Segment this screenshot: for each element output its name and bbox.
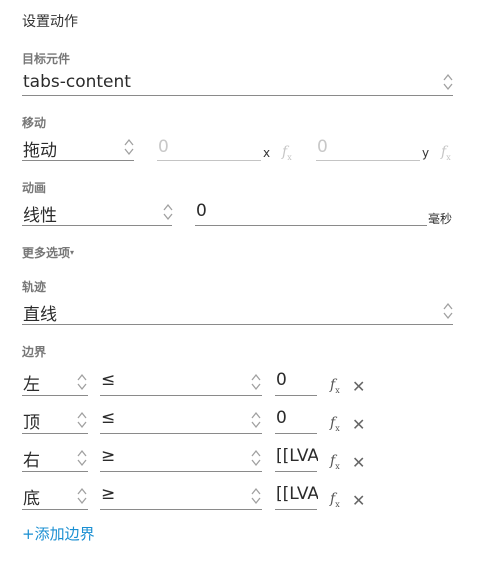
move-label: 移动 bbox=[22, 116, 47, 130]
move-type-spinner-icon bbox=[123, 137, 135, 157]
animation-easing-select[interactable]: 线性 bbox=[22, 199, 174, 226]
bound-value-input[interactable]: [[LVA bbox=[275, 482, 318, 510]
bound-side-select[interactable]: 底 bbox=[22, 482, 88, 510]
bound-side-underline bbox=[22, 471, 88, 472]
animation-duration-underline bbox=[195, 225, 427, 226]
move-x-input[interactable]: 0 bbox=[157, 134, 261, 161]
bound-value-underline bbox=[275, 509, 317, 510]
bound-operator-spinner-icon bbox=[250, 410, 262, 430]
bound-side-value: 左 bbox=[23, 375, 40, 395]
move-y-value: 0 bbox=[317, 137, 328, 157]
track-select[interactable]: 直线 bbox=[22, 298, 454, 325]
bound-side-spinner-icon bbox=[76, 486, 88, 506]
bound-value-text: 0 bbox=[276, 370, 287, 390]
bound-function-icon[interactable]: fx bbox=[330, 377, 340, 395]
bound-operator-underline bbox=[100, 395, 262, 396]
target-spinner-icon bbox=[442, 72, 454, 92]
move-type-value: 拖动 bbox=[23, 141, 57, 161]
animation-duration-unit: 毫秒 bbox=[428, 212, 453, 226]
move-y-underline bbox=[316, 160, 420, 161]
bound-function-icon[interactable]: fx bbox=[330, 453, 340, 471]
bound-side-underline bbox=[22, 509, 88, 510]
animation-easing-underline bbox=[22, 225, 172, 226]
animation-label: 动画 bbox=[22, 181, 47, 195]
track-label: 轨迹 bbox=[22, 280, 47, 294]
bound-operator-underline bbox=[100, 433, 262, 434]
bound-value-text: [[LVA bbox=[276, 446, 318, 466]
panel-title: 设置动作 bbox=[22, 14, 78, 30]
move-x-value: 0 bbox=[158, 137, 169, 157]
bound-close-icon[interactable]: ✕ bbox=[352, 491, 365, 510]
caret-down-icon: ▾ bbox=[70, 248, 75, 257]
bound-operator-spinner-icon bbox=[250, 486, 262, 506]
bound-operator-select[interactable]: ≤ bbox=[100, 406, 262, 434]
move-x-unit: x bbox=[263, 146, 271, 160]
bound-operator-underline bbox=[100, 509, 262, 510]
bound-operator-value: ≥ bbox=[101, 446, 116, 466]
bound-operator-spinner-icon bbox=[250, 448, 262, 468]
bound-value-underline bbox=[275, 471, 317, 472]
bound-side-value: 底 bbox=[23, 489, 40, 509]
bound-value-text: [[LVA bbox=[276, 484, 318, 504]
target-value: tabs-content bbox=[23, 72, 131, 92]
bound-operator-value: ≤ bbox=[101, 408, 116, 428]
track-underline bbox=[22, 324, 453, 325]
more-options-toggle[interactable]: 更多选项▾ bbox=[22, 244, 74, 261]
move-type-select[interactable]: 拖动 bbox=[22, 134, 135, 161]
bound-value-input[interactable]: 0 bbox=[275, 406, 317, 434]
bound-close-icon[interactable]: ✕ bbox=[352, 377, 365, 396]
move-x-underline bbox=[157, 160, 261, 161]
bound-side-spinner-icon bbox=[76, 410, 88, 430]
bound-value-underline bbox=[275, 395, 317, 396]
move-type-underline bbox=[22, 160, 134, 161]
bound-value-underline bbox=[275, 433, 317, 434]
target-select[interactable]: tabs-content bbox=[22, 70, 454, 96]
animation-easing-spinner-icon bbox=[162, 202, 174, 222]
target-underline bbox=[22, 95, 453, 96]
bound-operator-value: ≤ bbox=[101, 370, 116, 390]
animation-easing-value: 线性 bbox=[23, 206, 57, 226]
move-y-function-icon[interactable]: fx bbox=[441, 144, 451, 162]
bound-operator-underline bbox=[100, 471, 262, 472]
bound-function-icon[interactable]: fx bbox=[330, 491, 340, 509]
bound-side-select[interactable]: 左 bbox=[22, 368, 88, 396]
bound-side-spinner-icon bbox=[76, 372, 88, 392]
bound-operator-select[interactable]: ≤ bbox=[100, 368, 262, 396]
bound-operator-select[interactable]: ≥ bbox=[100, 482, 262, 510]
track-value: 直线 bbox=[23, 305, 57, 325]
bound-close-icon[interactable]: ✕ bbox=[352, 415, 365, 434]
bound-side-value: 顶 bbox=[23, 413, 40, 433]
bound-value-text: 0 bbox=[276, 408, 287, 428]
bound-value-input[interactable]: [[LVA bbox=[275, 444, 318, 472]
target-label: 目标元件 bbox=[22, 52, 71, 66]
bound-close-icon[interactable]: ✕ bbox=[352, 453, 365, 472]
bound-side-spinner-icon bbox=[76, 448, 88, 468]
animation-duration-input[interactable]: 0 bbox=[195, 199, 427, 226]
bound-side-select[interactable]: 右 bbox=[22, 444, 88, 472]
bound-operator-spinner-icon bbox=[250, 372, 262, 392]
bound-side-underline bbox=[22, 395, 88, 396]
bound-function-icon[interactable]: fx bbox=[330, 415, 340, 433]
move-x-function-icon[interactable]: fx bbox=[282, 144, 292, 162]
move-y-input[interactable]: 0 bbox=[316, 134, 420, 161]
more-options-label: 更多选项 bbox=[22, 246, 71, 260]
move-y-unit: y bbox=[422, 146, 430, 160]
bound-operator-value: ≥ bbox=[101, 484, 116, 504]
bounds-label: 边界 bbox=[22, 345, 47, 359]
animation-duration-value: 0 bbox=[196, 201, 207, 221]
bound-side-select[interactable]: 顶 bbox=[22, 406, 88, 434]
bound-side-value: 右 bbox=[23, 451, 40, 471]
bound-side-underline bbox=[22, 433, 88, 434]
track-spinner-icon bbox=[442, 301, 454, 321]
add-bound-link[interactable]: +添加边界 bbox=[22, 523, 95, 544]
bound-operator-select[interactable]: ≥ bbox=[100, 444, 262, 472]
bound-value-input[interactable]: 0 bbox=[275, 368, 317, 396]
